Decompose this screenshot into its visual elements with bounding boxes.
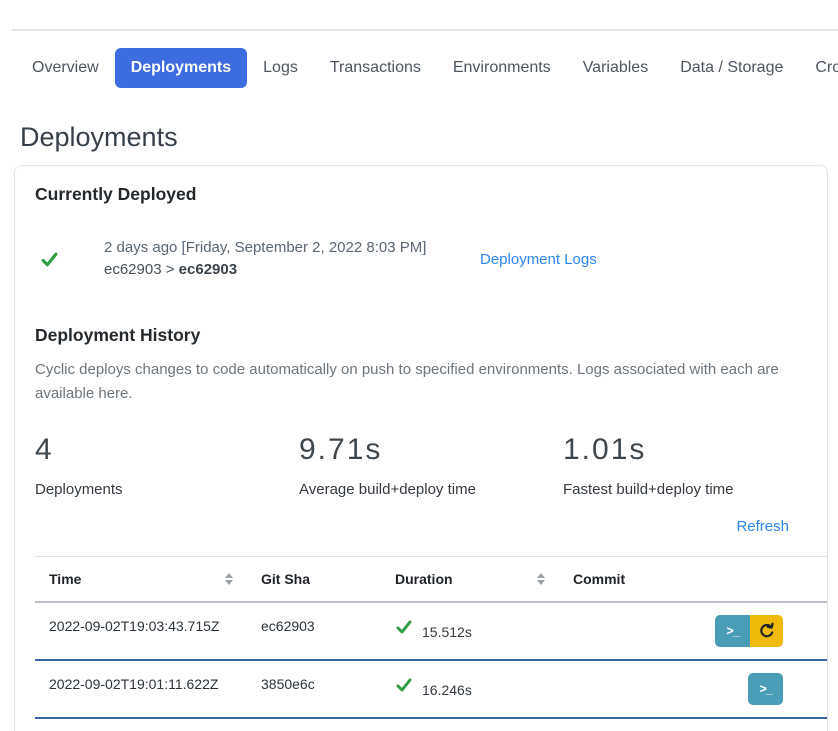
app-nav: Overview Deployments Logs Transactions E… [0, 48, 838, 88]
stat-deployments-label: Deployments [35, 481, 299, 498]
cell-duration [381, 718, 559, 731]
tab-overview[interactable]: Overview [16, 48, 115, 88]
deployment-history-table: Time Git Sha Duration Commit 2022-09-02T… [35, 556, 827, 731]
success-check-icon [40, 250, 59, 269]
stat-deployments-value: 4 [35, 434, 299, 466]
stat-fastest-time-label: Fastest build+deploy time [563, 481, 827, 498]
deployment-history-heading: Deployment History [35, 325, 827, 346]
page-title: Deployments [20, 122, 838, 153]
cell-commit [559, 602, 699, 660]
terminal-button[interactable]: >_ [715, 615, 750, 647]
success-check-icon [395, 676, 413, 694]
column-header-duration-label: Duration [395, 571, 453, 587]
stat-average-time-label: Average build+deploy time [299, 481, 563, 498]
column-header-actions [699, 557, 827, 603]
top-divider [12, 29, 838, 31]
tab-deployments[interactable]: Deployments [115, 48, 247, 88]
duration-value: 15.512s [422, 624, 472, 640]
stats-row: 4 Deployments 9.71s Average build+deploy… [35, 434, 827, 498]
stat-average-time-value: 9.71s [299, 434, 563, 466]
terminal-icon: >_ [726, 624, 738, 638]
cell-duration: 16.246s [381, 660, 559, 718]
redeploy-refresh-icon [758, 622, 776, 640]
redeploy-button[interactable] [750, 615, 783, 647]
cell-actions: >_ [699, 718, 827, 731]
success-check-icon [395, 618, 413, 636]
deployments-card: Currently Deployed 2 days ago [Friday, S… [14, 165, 828, 731]
table-row: 2022-09-02T19:03:43.715Z ec62903 15.512s… [35, 602, 827, 660]
column-header-time-label: Time [49, 571, 81, 587]
terminal-icon: >_ [759, 682, 771, 696]
tab-logs[interactable]: Logs [247, 48, 314, 88]
deploy-sha-from: ec62903 [104, 261, 162, 278]
tab-crons[interactable]: Crons [799, 48, 838, 88]
deploy-sha-separator: > [166, 261, 175, 278]
column-header-commit: Commit [559, 557, 699, 603]
cell-actions: >_ [699, 660, 827, 718]
deploy-timestamp: 2 days ago [Friday, September 2, 2022 8:… [104, 237, 480, 259]
tab-variables[interactable]: Variables [567, 48, 665, 88]
deployment-logs-link[interactable]: Deployment Logs [480, 251, 597, 268]
tab-transactions[interactable]: Transactions [314, 48, 437, 88]
cell-commit [559, 718, 699, 731]
column-header-git-sha: Git Sha [247, 557, 381, 603]
cell-time: 2022-09-02T19:01:11.622Z [35, 660, 247, 718]
table-row: 2022-09-02T18:59:04.541Z bfcc2b2 >_ [35, 718, 827, 731]
stat-average-time: 9.71s Average build+deploy time [299, 434, 563, 498]
deployment-history-description: Cyclic deploys changes to code automatic… [35, 358, 827, 406]
currently-deployed-row: 2 days ago [Friday, September 2, 2022 8:… [35, 237, 827, 281]
deploy-sha-to: ec62903 [179, 261, 237, 278]
column-header-duration[interactable]: Duration [381, 557, 559, 603]
stat-fastest-time: 1.01s Fastest build+deploy time [563, 434, 827, 498]
cell-git-sha: ec62903 [247, 602, 381, 660]
refresh-row: Refresh [35, 518, 827, 536]
deploy-info: 2 days ago [Friday, September 2, 2022 8:… [104, 237, 480, 281]
table-row: 2022-09-02T19:01:11.622Z 3850e6c 16.246s… [35, 660, 827, 718]
sort-icon[interactable] [225, 573, 233, 585]
cell-actions: >_ [699, 602, 827, 660]
cell-duration: 15.512s [381, 602, 559, 660]
cell-time: 2022-09-02T18:59:04.541Z [35, 718, 247, 731]
terminal-button[interactable]: >_ [748, 673, 783, 705]
cell-git-sha: bfcc2b2 [247, 718, 381, 731]
table-header-row: Time Git Sha Duration Commit [35, 557, 827, 603]
cell-git-sha: 3850e6c [247, 660, 381, 718]
tab-environments[interactable]: Environments [437, 48, 567, 88]
stat-fastest-time-value: 1.01s [563, 434, 827, 466]
cell-time: 2022-09-02T19:03:43.715Z [35, 602, 247, 660]
tab-data-storage[interactable]: Data / Storage [664, 48, 799, 88]
refresh-link[interactable]: Refresh [736, 518, 789, 535]
currently-deployed-heading: Currently Deployed [35, 184, 827, 205]
duration-value: 16.246s [422, 682, 472, 698]
cell-commit [559, 660, 699, 718]
deploy-sha-line: ec62903 > ec62903 [104, 259, 480, 281]
column-header-time[interactable]: Time [35, 557, 247, 603]
sort-icon[interactable] [537, 573, 545, 585]
stat-deployments: 4 Deployments [35, 434, 299, 498]
